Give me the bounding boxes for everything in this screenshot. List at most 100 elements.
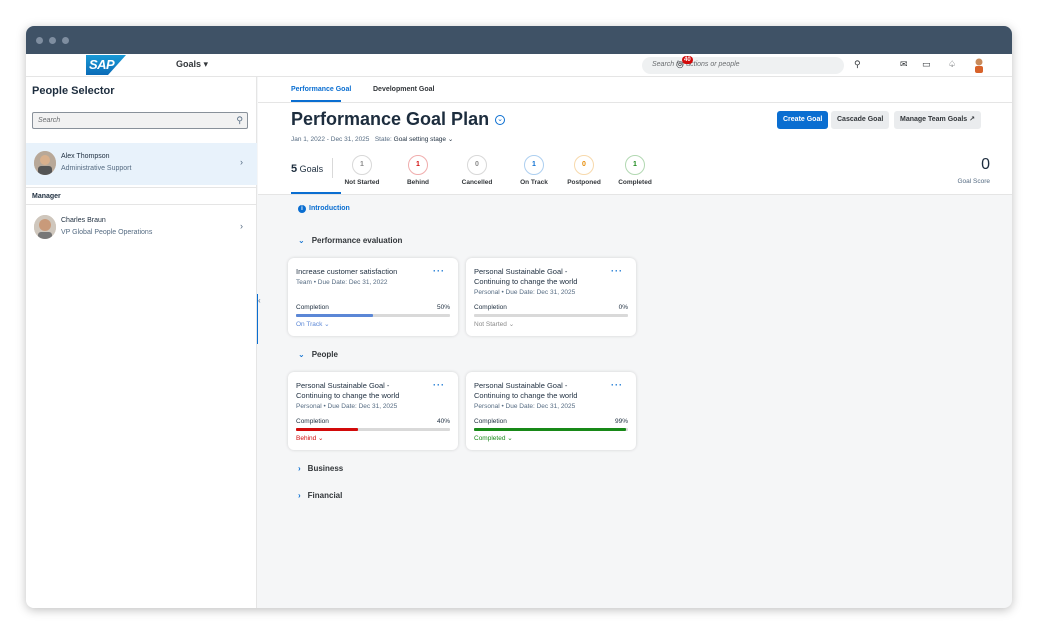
introduction-label: Introduction (309, 205, 350, 212)
more-options-icon[interactable]: ··· (611, 266, 623, 276)
tab-development-goal[interactable]: Development Goal (373, 86, 434, 93)
section-label: People (311, 350, 338, 359)
page-header: Performance Goal Development Goal Perfor… (258, 77, 1012, 195)
progress-bar (296, 428, 450, 431)
goals-number: 5 (291, 163, 298, 175)
info-icon: i (298, 205, 306, 213)
section-performance-evaluation[interactable]: ⌄ Performance evaluation (298, 236, 402, 245)
window-maximize-dot[interactable] (62, 36, 69, 44)
bell-icon[interactable]: ♤ (948, 59, 956, 70)
notification-badge: 40 (682, 56, 693, 64)
state-value: Goal setting stage (393, 136, 447, 143)
goal-title: Personal Sustainable Goal - Continuing t… (296, 381, 400, 400)
stat-not-started[interactable]: 1 Not Started (332, 155, 392, 186)
goal-title: Personal Sustainable Goal - Continuing t… (474, 381, 578, 400)
manager-person-item[interactable]: Charles Braun VP Global People Operation… (26, 207, 257, 249)
tab-divider (258, 102, 1012, 103)
status-dropdown[interactable]: On Track ⌄ (296, 320, 330, 328)
feedback-icon[interactable]: ✉ (900, 59, 908, 70)
goal-card[interactable]: Personal Sustainable Goal - Continuing t… (466, 258, 636, 336)
completion-percent: 50% (436, 304, 450, 311)
chevron-right-icon: › (298, 464, 301, 473)
search-icon[interactable]: ⚲ (236, 115, 243, 126)
manager-role: VP Global People Operations (61, 229, 153, 236)
goals-count[interactable]: 5 Goals (291, 163, 323, 175)
window-titlebar (26, 26, 1012, 54)
goal-card[interactable]: Increase customer satisfaction ··· Team … (288, 258, 458, 336)
stat-count-circle: 1 (408, 155, 428, 175)
chevron-right-icon: › (298, 491, 301, 500)
shell-search-input[interactable]: Search for actions or people (642, 57, 844, 74)
app-window: SAP Goals ▾ Search for actions or people… (26, 26, 1012, 608)
stat-behind[interactable]: 1 Behind (388, 155, 448, 186)
state-value-select[interactable]: Goal setting stage ⌄ (394, 136, 454, 143)
goal-score-label: Goal Score (957, 178, 990, 185)
create-goal-button[interactable]: Create Goal (777, 111, 829, 129)
people-search-input[interactable]: Search ⚲ (32, 112, 248, 129)
stat-count-circle: 0 (467, 155, 487, 175)
goal-card[interactable]: Personal Sustainable Goal - Continuing t… (288, 372, 458, 450)
section-financial[interactable]: › Financial (298, 491, 342, 500)
completion-label: Completion (474, 304, 507, 311)
plan-subline: Jan 1, 2022 - Dec 31, 2025 State: Goal s… (291, 135, 453, 143)
people-search-placeholder: Search (38, 117, 61, 124)
section-label: Financial (307, 491, 343, 500)
progress-bar (474, 428, 628, 431)
status-dropdown[interactable]: Not Started ⌄ (474, 320, 514, 328)
people-selector-title: People Selector (32, 85, 115, 97)
chevron-circle-down-icon[interactable]: ⌄ (495, 115, 505, 125)
more-options-icon[interactable]: ··· (611, 380, 623, 390)
stat-label: Behind (406, 179, 430, 186)
status-dropdown[interactable]: Behind ⌄ (296, 434, 324, 442)
help-book-icon[interactable]: ▭ (922, 59, 931, 70)
section-people[interactable]: ⌄ People (298, 350, 338, 359)
people-selector-panel: People Selector Search ⚲ Alex Thompson A… (26, 77, 257, 608)
goal-score-value: 0 (981, 156, 990, 173)
shell-bar: SAP Goals ▾ Search for actions or people… (26, 54, 1012, 77)
chevron-right-icon: › (240, 157, 243, 167)
cascade-goal-button[interactable]: Cascade Goal (831, 111, 890, 129)
sap-logo[interactable]: SAP (86, 55, 126, 75)
state-label: State: (374, 136, 392, 143)
charles-avatar-icon (34, 215, 56, 239)
user-avatar-icon[interactable] (972, 57, 986, 73)
stat-label: Not Started (344, 179, 380, 186)
progress-fill (474, 428, 627, 431)
search-icon[interactable]: ⚲ (854, 59, 861, 70)
more-options-icon[interactable]: ··· (433, 266, 445, 276)
completion-label: Completion (296, 304, 329, 311)
date-range: Jan 1, 2022 - Dec 31, 2025 (291, 136, 370, 143)
section-business[interactable]: › Business (298, 464, 343, 473)
goals-label: Goals (299, 164, 324, 174)
selected-person-name: Alex Thompson (61, 153, 110, 160)
manager-name: Charles Braun (61, 217, 106, 224)
goal-card[interactable]: Personal Sustainable Goal - Continuing t… (466, 372, 636, 450)
status-dropdown[interactable]: Completed ⌄ (474, 434, 513, 442)
selected-person-item[interactable]: Alex Thompson Administrative Support › (26, 143, 257, 185)
goal-meta: Team • Due Date: Dec 31, 2022 (296, 279, 388, 286)
more-options-icon[interactable]: ··· (433, 380, 445, 390)
completion-label: Completion (474, 418, 507, 425)
status-label: Not Started (474, 321, 507, 328)
completion-label: Completion (296, 418, 329, 425)
stat-count-circle: 1 (625, 155, 645, 175)
alex-avatar-icon (34, 151, 56, 175)
stat-cancelled[interactable]: 0 Cancelled (447, 155, 507, 186)
section-label: Performance evaluation (311, 236, 403, 245)
goal-meta: Personal • Due Date: Dec 31, 2025 (296, 403, 398, 410)
introduction-link[interactable]: i Introduction (298, 205, 350, 213)
window-close-dot[interactable] (36, 36, 43, 44)
page-title: Performance Goal Plan (291, 109, 490, 129)
completion-percent: 99% (614, 418, 628, 425)
chevron-right-icon: › (240, 221, 243, 231)
completion-percent: 40% (436, 418, 450, 425)
goals-menu-button[interactable]: Goals ▾ (176, 59, 208, 70)
stat-completed[interactable]: 1 Completed (605, 155, 665, 186)
main-area: Performance Goal Development Goal Perfor… (258, 77, 1012, 608)
window-minimize-dot[interactable] (49, 36, 56, 44)
chevron-down-icon: ⌄ (298, 236, 305, 245)
goals-active-indicator (291, 192, 341, 194)
manage-team-goals-button[interactable]: Manage Team Goals ↗ (894, 111, 981, 129)
tab-performance-goal[interactable]: Performance Goal (291, 86, 351, 93)
stat-label: Cancelled (461, 179, 493, 186)
